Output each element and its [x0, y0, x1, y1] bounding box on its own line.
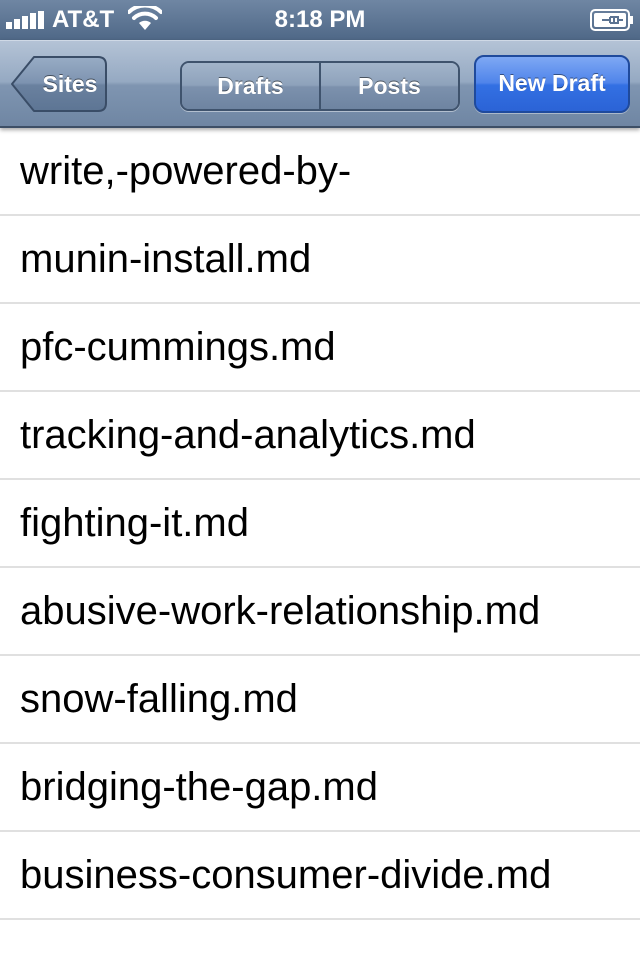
status-bar: AT&T 8:18 PM — [0, 0, 640, 40]
list-item-label: munin-install.md — [20, 237, 312, 281]
segment-drafts[interactable]: Drafts — [182, 63, 319, 109]
list-item[interactable]: business-consumer-divide.md — [0, 832, 640, 920]
list-item-label: write,-powered-by- — [20, 149, 352, 193]
list-item-label: bridging-the-gap.md — [20, 765, 378, 809]
list-item-label: business-consumer-divide.md — [20, 853, 552, 897]
list-item[interactable]: snow-falling.md — [0, 656, 640, 744]
list-item-label: snow-falling.md — [20, 677, 298, 721]
sites-back-button[interactable]: Sites — [10, 55, 108, 113]
list-item-label: tracking-and-analytics.md — [20, 413, 476, 457]
drafts-posts-segmented-control: Drafts Posts — [180, 61, 460, 111]
drafts-list: write,-powered-by- munin-install.md pfc-… — [0, 128, 640, 960]
list-item-label: abusive-work-relationship.md — [20, 589, 541, 633]
list-item[interactable]: munin-install.md — [0, 216, 640, 304]
navigation-bar: Sites Drafts Posts New Draft — [0, 40, 640, 128]
battery-charging-icon — [590, 9, 633, 31]
list-item[interactable]: tracking-and-analytics.md — [0, 392, 640, 480]
clock: 8:18 PM — [274, 6, 366, 33]
list-item-label: pfc-cummings.md — [20, 325, 336, 369]
new-draft-button[interactable]: New Draft — [474, 55, 630, 113]
list-item[interactable]: write,-powered-by- — [0, 128, 640, 216]
segment-posts[interactable]: Posts — [319, 63, 458, 109]
list-item[interactable]: fighting-it.md — [0, 480, 640, 568]
back-button-label: Sites — [42, 71, 98, 97]
list-item[interactable]: pfc-cummings.md — [0, 304, 640, 392]
list-item-label: fighting-it.md — [20, 501, 249, 545]
list-item[interactable]: bridging-the-gap.md — [0, 744, 640, 832]
list-item[interactable]: abusive-work-relationship.md — [0, 568, 640, 656]
